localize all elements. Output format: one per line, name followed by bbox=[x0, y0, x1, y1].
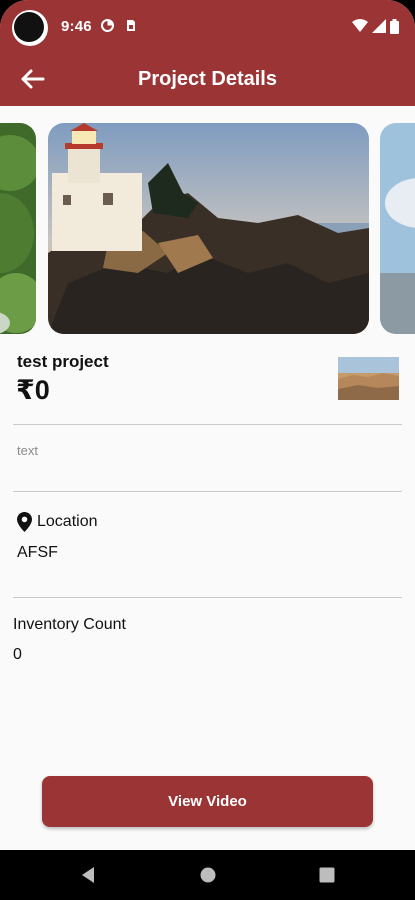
desert-thumbnail-image bbox=[338, 357, 399, 400]
project-description: text bbox=[17, 443, 38, 458]
project-name: test project bbox=[17, 352, 109, 371]
carousel-slide-beach[interactable] bbox=[380, 123, 415, 334]
project-price: ₹0 bbox=[16, 375, 50, 405]
home-circle-icon bbox=[200, 867, 216, 883]
beach-image bbox=[380, 123, 415, 334]
location-row: Location bbox=[17, 511, 98, 533]
status-icons-right bbox=[352, 16, 399, 36]
back-triangle-icon bbox=[82, 867, 94, 883]
nav-recents-button[interactable] bbox=[316, 864, 338, 886]
system-nav-bar bbox=[0, 850, 415, 900]
nav-home-button[interactable] bbox=[197, 864, 219, 886]
data-saver-icon bbox=[101, 19, 114, 32]
battery-icon bbox=[390, 18, 399, 34]
sim-card-icon bbox=[127, 20, 135, 31]
divider bbox=[13, 424, 402, 425]
leaves-image bbox=[0, 123, 36, 334]
carousel-slide-lighthouse[interactable] bbox=[48, 123, 369, 334]
view-video-button[interactable]: View Video bbox=[42, 776, 373, 827]
location-value: AFSF bbox=[17, 544, 58, 561]
page-title: Project Details bbox=[138, 68, 277, 90]
location-pin-icon bbox=[17, 512, 32, 532]
status-time: 9:46 bbox=[61, 18, 92, 35]
camera-cutout bbox=[12, 10, 48, 46]
status-bar: 9:46 bbox=[0, 0, 415, 52]
lighthouse-image bbox=[48, 123, 369, 334]
carousel-slide-leaves[interactable] bbox=[0, 123, 36, 334]
project-details-screen: 9:46 Project Details test project ₹0 tex… bbox=[0, 0, 415, 900]
wifi-icon bbox=[352, 19, 368, 32]
recents-square-icon bbox=[319, 867, 335, 883]
app-bar: Project Details bbox=[0, 52, 415, 106]
inventory-count-value: 0 bbox=[13, 646, 22, 663]
project-thumbnail[interactable] bbox=[338, 357, 399, 400]
signal-icon bbox=[372, 19, 386, 33]
image-carousel[interactable] bbox=[0, 106, 415, 346]
nav-back-button[interactable] bbox=[77, 864, 99, 886]
divider bbox=[13, 597, 402, 598]
divider bbox=[13, 491, 402, 492]
inventory-count-label: Inventory Count bbox=[13, 616, 126, 633]
location-label: Location bbox=[37, 513, 98, 530]
